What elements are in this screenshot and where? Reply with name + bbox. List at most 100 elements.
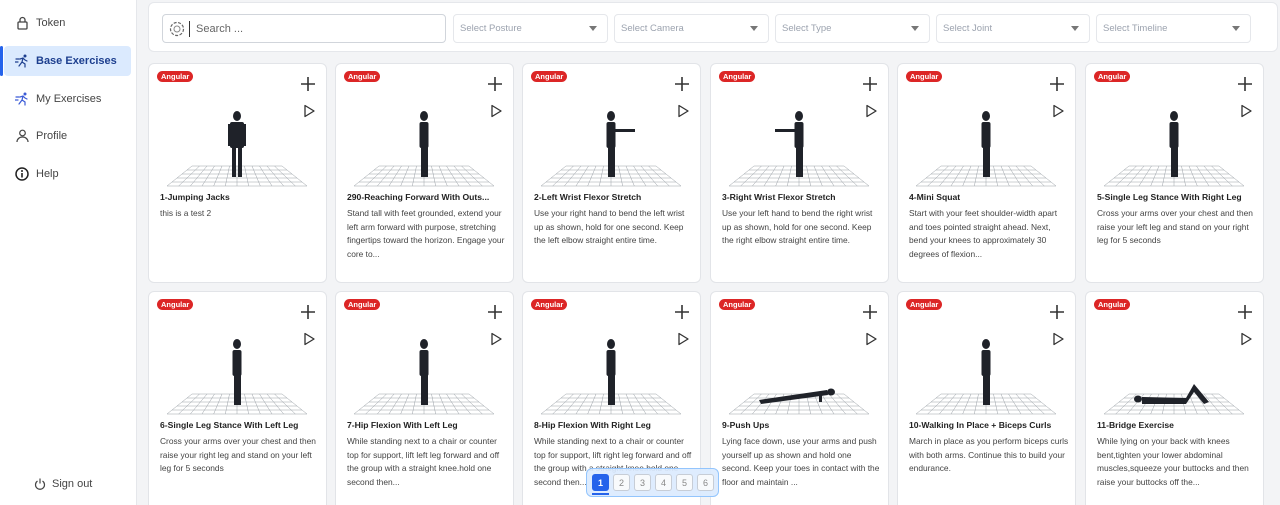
- sidebar-item-my-exercises[interactable]: My Exercises: [4, 84, 131, 114]
- angular-badge: Angular: [906, 299, 943, 310]
- exercise-card[interactable]: Angular 6-Single Leg Stance With Left Le…: [148, 291, 327, 505]
- exercise-preview-image: [915, 111, 1057, 187]
- avatar-figure: [759, 388, 835, 404]
- camera-select[interactable]: Select Camera: [614, 14, 769, 43]
- exercise-title: 290-Reaching Forward With Outs...: [347, 192, 490, 202]
- plus-icon[interactable]: [674, 76, 690, 92]
- plus-icon[interactable]: [487, 304, 503, 320]
- angular-badge: Angular: [906, 71, 943, 82]
- plus-icon[interactable]: [862, 76, 878, 92]
- exercise-card[interactable]: Angular 4-Mini Squat Start with your fee…: [897, 63, 1076, 283]
- sidebar-item-help[interactable]: Help: [4, 159, 131, 189]
- sidebar-item-label: Help: [36, 168, 59, 180]
- runner-icon: [14, 53, 30, 69]
- exercise-title: 1-Jumping Jacks: [160, 192, 230, 202]
- plus-icon[interactable]: [862, 304, 878, 320]
- type-select-label: Select Type: [782, 23, 832, 34]
- angular-badge: Angular: [719, 299, 756, 310]
- page-button-3[interactable]: 3: [634, 474, 651, 491]
- exercise-description: Stand tall with feet grounded, extend yo…: [347, 208, 505, 259]
- exercise-preview-image: [353, 111, 495, 187]
- sidebar-item-token[interactable]: Token: [4, 8, 131, 38]
- exercise-description: Start with your feet shoulder-width apar…: [909, 208, 1058, 259]
- plus-icon[interactable]: [487, 76, 503, 92]
- exercise-card[interactable]: Angular 11-Bridge Exercise While lying o…: [1085, 291, 1264, 505]
- exercise-description: Use your left hand to bend the right wri…: [722, 208, 873, 246]
- sidebar-item-label: Base Exercises: [36, 55, 117, 67]
- info-circle-icon: [14, 166, 30, 182]
- angular-badge: Angular: [157, 299, 194, 310]
- exercise-card[interactable]: Angular 9-Push Ups Lying face down, use …: [710, 291, 889, 505]
- plus-icon[interactable]: [300, 76, 316, 92]
- exercise-title: 9-Push Ups: [722, 420, 770, 430]
- exercise-title: 11-Bridge Exercise: [1097, 420, 1174, 430]
- exercise-title: 6-Single Leg Stance With Left Leg: [160, 420, 299, 430]
- exercise-preview-image: [728, 111, 870, 187]
- sign-out-label: Sign out: [52, 478, 93, 490]
- angular-badge: Angular: [719, 71, 756, 82]
- sidebar: Token Base Exercises My Exercises Profil…: [0, 0, 137, 505]
- chevron-down-icon: [1232, 26, 1240, 31]
- exercise-description: this is a test 2: [160, 208, 212, 218]
- joint-select-label: Select Joint: [943, 23, 993, 34]
- search-box[interactable]: [162, 14, 446, 43]
- sidebar-item-label: Token: [36, 17, 66, 29]
- page-button-5[interactable]: 5: [676, 474, 693, 491]
- page-button-6[interactable]: 6: [697, 474, 714, 491]
- avatar-figure: [981, 339, 991, 405]
- plus-icon[interactable]: [1049, 304, 1065, 320]
- plus-icon[interactable]: [674, 304, 690, 320]
- exercise-preview-image: [166, 339, 308, 415]
- exercise-card[interactable]: Angular 3-Right Wrist Flexor Stretch Use…: [710, 63, 889, 283]
- plus-icon[interactable]: [1049, 76, 1065, 92]
- posture-select[interactable]: Select Posture: [453, 14, 608, 43]
- joint-select[interactable]: Select Joint: [936, 14, 1090, 43]
- timeline-select[interactable]: Select Timeline: [1096, 14, 1251, 43]
- filter-bar: Select Posture Select Camera Select Type…: [148, 2, 1278, 52]
- avatar-figure: [232, 339, 242, 405]
- exercise-description: While standing next to a chair or counte…: [347, 436, 500, 487]
- exercise-title: 4-Mini Squat: [909, 192, 961, 202]
- sign-out-button[interactable]: Sign out: [34, 478, 92, 490]
- exercise-description: Cross your arms over your chest and then…: [1097, 208, 1253, 246]
- exercise-card[interactable]: Angular 2-Left Wrist Flexor Stretch Use …: [522, 63, 701, 283]
- exercise-card[interactable]: Angular 7-Hip Flexion With Left Leg Whil…: [335, 291, 514, 505]
- angular-badge: Angular: [531, 71, 568, 82]
- pagination: 1 2 3 4 5 6: [586, 468, 719, 497]
- page-button-1[interactable]: 1: [592, 474, 609, 491]
- avatar-figure: [419, 339, 429, 405]
- sidebar-item-base-exercises[interactable]: Base Exercises: [0, 46, 131, 76]
- exercise-preview-image: [540, 339, 682, 415]
- chevron-down-icon: [750, 26, 758, 31]
- plus-icon[interactable]: [300, 304, 316, 320]
- exercise-card[interactable]: Angular 290-Reaching Forward With Outs..…: [335, 63, 514, 283]
- search-input[interactable]: [196, 22, 426, 35]
- exercise-card[interactable]: Angular 1-Jumping Jacks this is a test 2: [148, 63, 327, 283]
- exercise-preview-image: [728, 388, 870, 415]
- page-button-2[interactable]: 2: [613, 474, 630, 491]
- exercise-card[interactable]: Angular 5-Single Leg Stance With Right L…: [1085, 63, 1264, 283]
- exercise-description: Lying face down, use your arms and push …: [722, 436, 880, 487]
- plus-icon[interactable]: [1237, 304, 1253, 320]
- angular-badge: Angular: [157, 71, 194, 82]
- plus-icon[interactable]: [1237, 76, 1253, 92]
- exercise-preview-image: [915, 339, 1057, 415]
- exercise-description: March in place as you perform biceps cur…: [909, 436, 1069, 474]
- exercise-preview-image: [166, 111, 308, 187]
- avatar-figure: [775, 111, 804, 177]
- avatar-figure: [1169, 111, 1179, 177]
- runner-icon: [14, 91, 30, 107]
- timeline-select-label: Select Timeline: [1103, 23, 1168, 34]
- lock-icon: [14, 15, 30, 31]
- sidebar-item-profile[interactable]: Profile: [4, 121, 131, 151]
- avatar-figure: [606, 111, 635, 177]
- exercise-preview-image: [353, 339, 495, 415]
- page-button-4[interactable]: 4: [655, 474, 672, 491]
- type-select[interactable]: Select Type: [775, 14, 930, 43]
- exercise-title: 3-Right Wrist Flexor Stretch: [722, 192, 836, 202]
- exercise-card[interactable]: Angular 10-Walking In Place + Biceps Cur…: [897, 291, 1076, 505]
- sidebar-item-label: Profile: [36, 130, 68, 142]
- active-page-indicator: [592, 493, 609, 495]
- posture-select-label: Select Posture: [460, 23, 522, 34]
- exercise-description: Cross your arms over your chest and then…: [160, 436, 316, 474]
